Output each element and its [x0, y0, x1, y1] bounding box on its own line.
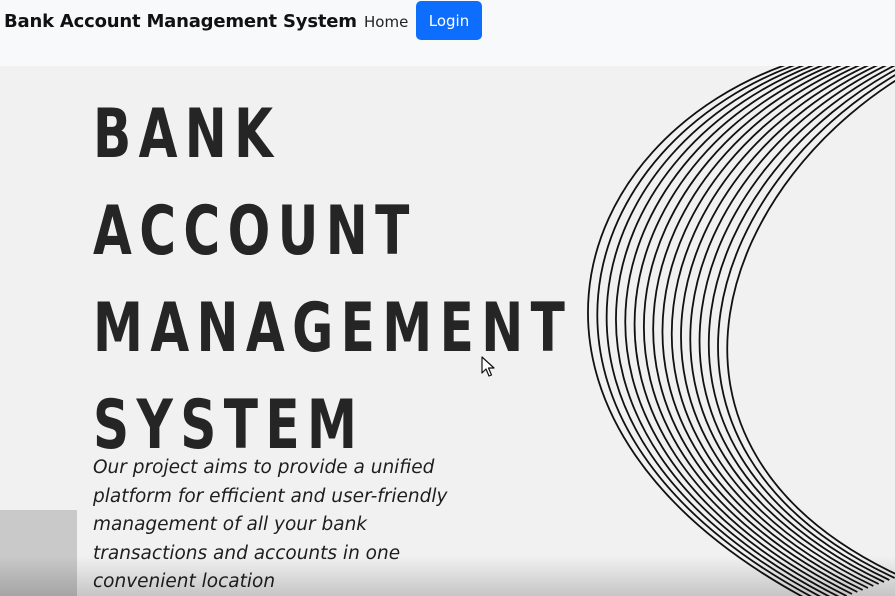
hero-description: Our project aims to provide a unified pl… — [93, 457, 448, 592]
mouse-cursor-icon — [481, 356, 495, 377]
hero-title-line: ACCOUNT — [93, 192, 417, 271]
corner-block — [0, 510, 77, 596]
wave-line — [615, 66, 831, 596]
nav-home-link[interactable]: Home — [364, 13, 408, 31]
hero-title-line: BANK — [93, 95, 281, 174]
top-navbar: Bank Account Management System Home Logi… — [0, 0, 895, 50]
wave-line — [643, 66, 853, 595]
hero-title: BANK ACCOUNT MANAGEMENT SYSTEM — [93, 86, 572, 474]
wave-line — [726, 79, 895, 575]
hero-title-line: MANAGEMENT — [93, 289, 573, 368]
login-button[interactable]: Login — [416, 1, 482, 40]
hero-section: BANK ACCOUNT MANAGEMENT SYSTEM Our proje… — [0, 66, 895, 596]
wave-line — [633, 66, 848, 596]
navbar-brand[interactable]: Bank Account Management System — [4, 11, 357, 32]
